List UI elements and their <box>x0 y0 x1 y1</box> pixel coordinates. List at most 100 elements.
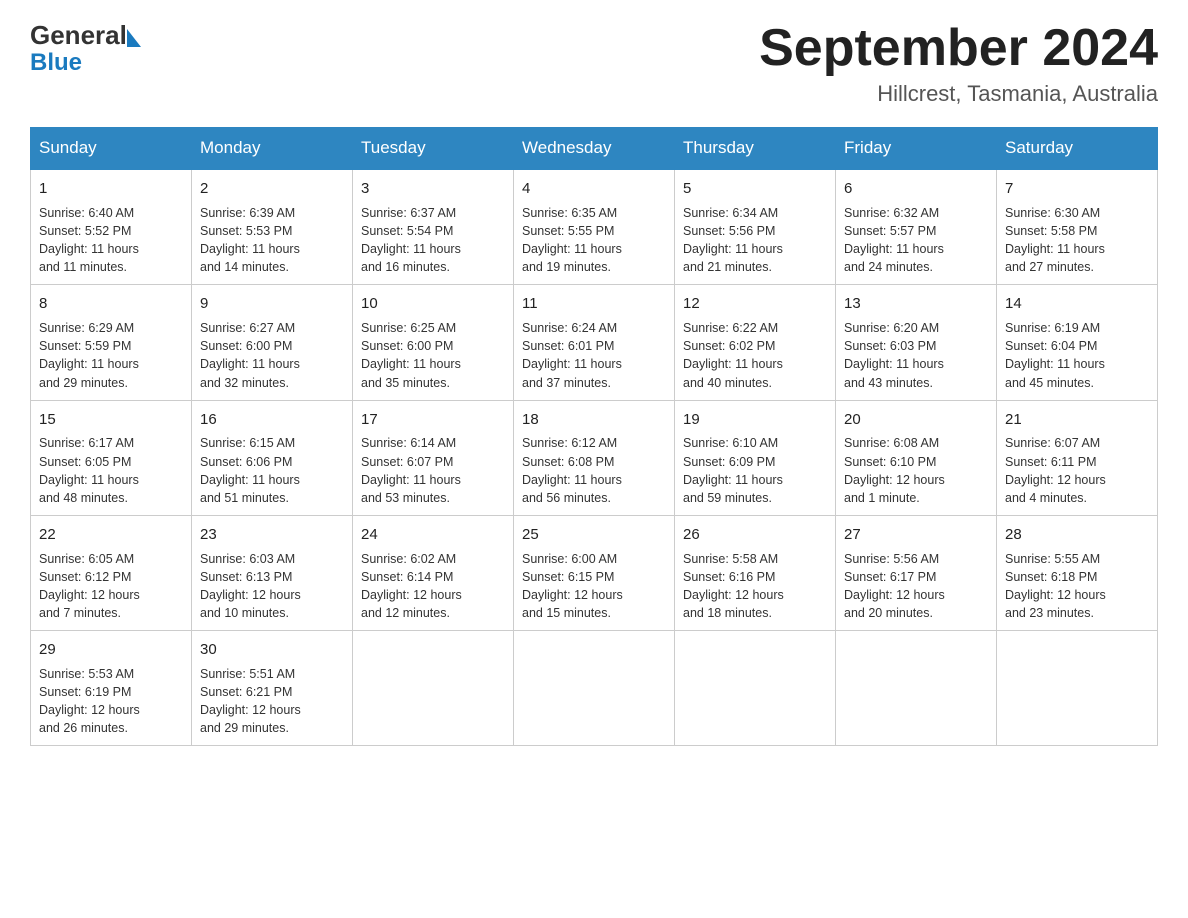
day-info: Sunrise: 6:25 AMSunset: 6:00 PMDaylight:… <box>361 319 505 392</box>
day-info: Sunrise: 5:55 AMSunset: 6:18 PMDaylight:… <box>1005 550 1149 623</box>
location-text: Hillcrest, Tasmania, Australia <box>759 81 1158 107</box>
day-number: 22 <box>39 524 183 546</box>
day-number: 21 <box>1005 409 1149 431</box>
weekday-header-sunday: Sunday <box>31 128 192 170</box>
day-info: Sunrise: 6:02 AMSunset: 6:14 PMDaylight:… <box>361 550 505 623</box>
week-row-1: 1 Sunrise: 6:40 AMSunset: 5:52 PMDaylight… <box>31 169 1158 285</box>
day-info: Sunrise: 6:40 AMSunset: 5:52 PMDaylight:… <box>39 204 183 277</box>
day-info: Sunrise: 6:07 AMSunset: 6:11 PMDaylight:… <box>1005 434 1149 507</box>
day-number: 10 <box>361 293 505 315</box>
weekday-header-thursday: Thursday <box>675 128 836 170</box>
page-header: General Blue September 2024 Hillcrest, T… <box>30 20 1158 107</box>
logo: General Blue <box>30 20 141 77</box>
calendar-cell: 7Sunrise: 6:30 AMSunset: 5:58 PMDaylight… <box>997 169 1158 285</box>
calendar-cell: 28Sunrise: 5:55 AMSunset: 6:18 PMDayligh… <box>997 515 1158 630</box>
day-info: Sunrise: 6:39 AMSunset: 5:53 PMDaylight:… <box>200 204 344 277</box>
weekday-header-tuesday: Tuesday <box>353 128 514 170</box>
calendar-cell: 13 Sunrise: 6:20 AMSunset: 6:03 PMDayligh… <box>836 285 997 400</box>
day-info: Sunrise: 6:14 AMSunset: 6:07 PMDaylight:… <box>361 434 505 507</box>
calendar-table: SundayMondayTuesdayWednesdayThursdayFrid… <box>30 127 1158 746</box>
day-info: Sunrise: 6:10 AMSunset: 6:09 PMDaylight:… <box>683 434 827 507</box>
day-number: 18 <box>522 409 666 431</box>
calendar-cell: 4 Sunrise: 6:35 AMSunset: 5:55 PMDaylight… <box>514 169 675 285</box>
calendar-cell: 11 Sunrise: 6:24 AMSunset: 6:01 PMDayligh… <box>514 285 675 400</box>
calendar-cell: 15 Sunrise: 6:17 AMSunset: 6:05 PMDayligh… <box>31 400 192 515</box>
calendar-cell: 14 Sunrise: 6:19 AMSunset: 6:04 PMDayligh… <box>997 285 1158 400</box>
day-info: Sunrise: 6:24 AMSunset: 6:01 PMDaylight:… <box>522 319 666 392</box>
calendar-cell: 19 Sunrise: 6:10 AMSunset: 6:09 PMDayligh… <box>675 400 836 515</box>
day-info: Sunrise: 6:08 AMSunset: 6:10 PMDaylight:… <box>844 434 988 507</box>
day-number: 2 <box>200 178 344 200</box>
day-number: 8 <box>39 293 183 315</box>
day-info: Sunrise: 6:32 AMSunset: 5:57 PMDaylight:… <box>844 204 988 277</box>
day-number: 13 <box>844 293 988 315</box>
day-number: 11 <box>522 293 666 315</box>
day-info: Sunrise: 6:22 AMSunset: 6:02 PMDaylight:… <box>683 319 827 392</box>
week-row-3: 15 Sunrise: 6:17 AMSunset: 6:05 PMDayligh… <box>31 400 1158 515</box>
logo-arrow-icon <box>127 29 141 47</box>
calendar-cell <box>514 631 675 746</box>
calendar-cell: 17 Sunrise: 6:14 AMSunset: 6:07 PMDayligh… <box>353 400 514 515</box>
day-info: Sunrise: 6:29 AMSunset: 5:59 PMDaylight:… <box>39 319 183 392</box>
day-number: 17 <box>361 409 505 431</box>
weekday-header-saturday: Saturday <box>997 128 1158 170</box>
day-info: Sunrise: 6:34 AMSunset: 5:56 PMDaylight:… <box>683 204 827 277</box>
day-info: Sunrise: 6:05 AMSunset: 6:12 PMDaylight:… <box>39 550 183 623</box>
calendar-cell <box>836 631 997 746</box>
day-number: 6 <box>844 178 988 200</box>
day-info: Sunrise: 6:37 AMSunset: 5:54 PMDaylight:… <box>361 204 505 277</box>
calendar-cell: 23Sunrise: 6:03 AMSunset: 6:13 PMDayligh… <box>192 515 353 630</box>
calendar-cell: 3 Sunrise: 6:37 AMSunset: 5:54 PMDaylight… <box>353 169 514 285</box>
calendar-cell: 5 Sunrise: 6:34 AMSunset: 5:56 PMDaylight… <box>675 169 836 285</box>
day-number: 1 <box>39 178 183 200</box>
calendar-cell: 25 Sunrise: 6:00 AMSunset: 6:15 PMDayligh… <box>514 515 675 630</box>
day-number: 3 <box>361 178 505 200</box>
calendar-cell: 29Sunrise: 5:53 AMSunset: 6:19 PMDayligh… <box>31 631 192 746</box>
day-number: 7 <box>1005 178 1149 200</box>
day-info: Sunrise: 6:15 AMSunset: 6:06 PMDaylight:… <box>200 434 344 507</box>
day-number: 15 <box>39 409 183 431</box>
day-info: Sunrise: 6:00 AMSunset: 6:15 PMDaylight:… <box>522 550 666 623</box>
weekday-header-row: SundayMondayTuesdayWednesdayThursdayFrid… <box>31 128 1158 170</box>
day-info: Sunrise: 5:51 AMSunset: 6:21 PMDaylight:… <box>200 665 344 738</box>
calendar-cell: 27Sunrise: 5:56 AMSunset: 6:17 PMDayligh… <box>836 515 997 630</box>
weekday-header-wednesday: Wednesday <box>514 128 675 170</box>
day-number: 16 <box>200 409 344 431</box>
calendar-cell: 24 Sunrise: 6:02 AMSunset: 6:14 PMDayligh… <box>353 515 514 630</box>
calendar-cell: 6 Sunrise: 6:32 AMSunset: 5:57 PMDaylight… <box>836 169 997 285</box>
calendar-cell: 20 Sunrise: 6:08 AMSunset: 6:10 PMDayligh… <box>836 400 997 515</box>
calendar-cell: 8 Sunrise: 6:29 AMSunset: 5:59 PMDaylight… <box>31 285 192 400</box>
calendar-cell <box>353 631 514 746</box>
day-number: 19 <box>683 409 827 431</box>
day-number: 30 <box>200 639 344 661</box>
day-info: Sunrise: 5:56 AMSunset: 6:17 PMDaylight:… <box>844 550 988 623</box>
day-info: Sunrise: 6:27 AMSunset: 6:00 PMDaylight:… <box>200 319 344 392</box>
day-info: Sunrise: 6:35 AMSunset: 5:55 PMDaylight:… <box>522 204 666 277</box>
day-number: 4 <box>522 178 666 200</box>
day-number: 12 <box>683 293 827 315</box>
day-info: Sunrise: 6:17 AMSunset: 6:05 PMDaylight:… <box>39 434 183 507</box>
day-number: 14 <box>1005 293 1149 315</box>
calendar-cell <box>997 631 1158 746</box>
day-number: 5 <box>683 178 827 200</box>
day-info: Sunrise: 6:19 AMSunset: 6:04 PMDaylight:… <box>1005 319 1149 392</box>
calendar-cell: 26Sunrise: 5:58 AMSunset: 6:16 PMDayligh… <box>675 515 836 630</box>
logo-general-text: General <box>30 20 127 51</box>
day-info: Sunrise: 5:58 AMSunset: 6:16 PMDaylight:… <box>683 550 827 623</box>
logo-blue-text: Blue <box>30 49 82 77</box>
title-block: September 2024 Hillcrest, Tasmania, Aust… <box>759 20 1158 107</box>
month-title: September 2024 <box>759 20 1158 77</box>
day-number: 9 <box>200 293 344 315</box>
day-number: 24 <box>361 524 505 546</box>
day-info: Sunrise: 6:20 AMSunset: 6:03 PMDaylight:… <box>844 319 988 392</box>
calendar-cell: 21 Sunrise: 6:07 AMSunset: 6:11 PMDayligh… <box>997 400 1158 515</box>
weekday-header-friday: Friday <box>836 128 997 170</box>
calendar-cell: 18Sunrise: 6:12 AMSunset: 6:08 PMDayligh… <box>514 400 675 515</box>
calendar-cell: 16 Sunrise: 6:15 AMSunset: 6:06 PMDayligh… <box>192 400 353 515</box>
week-row-2: 8 Sunrise: 6:29 AMSunset: 5:59 PMDaylight… <box>31 285 1158 400</box>
week-row-4: 22 Sunrise: 6:05 AMSunset: 6:12 PMDayligh… <box>31 515 1158 630</box>
calendar-cell: 10 Sunrise: 6:25 AMSunset: 6:00 PMDayligh… <box>353 285 514 400</box>
calendar-cell: 2 Sunrise: 6:39 AMSunset: 5:53 PMDaylight… <box>192 169 353 285</box>
day-number: 25 <box>522 524 666 546</box>
day-number: 20 <box>844 409 988 431</box>
